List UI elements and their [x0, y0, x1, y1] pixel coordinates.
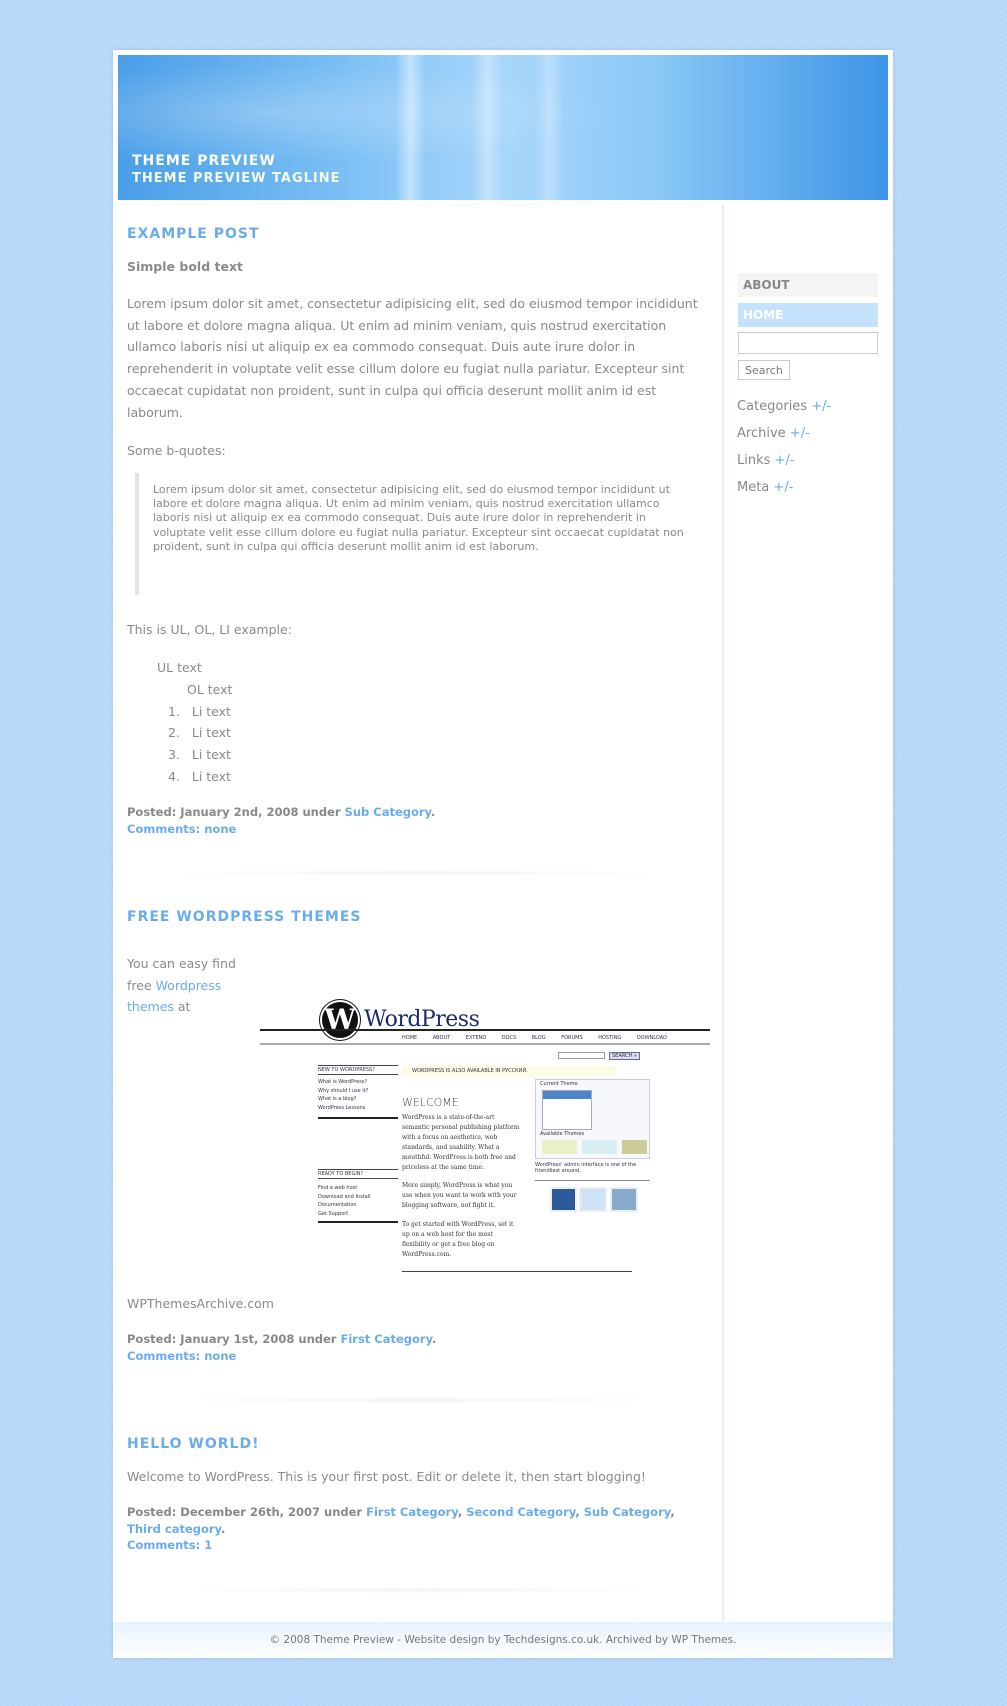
bold-text: Simple bold text — [127, 259, 243, 274]
category-link[interactable]: Sub Category — [345, 805, 431, 819]
category-link[interactable]: Sub Category — [584, 1505, 671, 1519]
category-link[interactable]: First Category — [366, 1505, 458, 1519]
post-meta: Posted: January 1st, 2008 under First Ca… — [127, 1332, 437, 1363]
post-text: Welcome to WordPress. This is your first… — [127, 1469, 646, 1484]
post-divider — [163, 870, 673, 876]
post-title[interactable]: FREE WORDPRESS THEMES — [127, 909, 362, 925]
comments-link[interactable]: Comments: 1 — [127, 1538, 212, 1552]
list-item: 2. Li text — [168, 725, 231, 740]
site-title[interactable]: THEME PREVIEW — [132, 153, 276, 169]
post-title[interactable]: EXAMPLE POST — [127, 226, 260, 242]
wp-ready-list: Find a web host Download and Install Docum… — [318, 1185, 371, 1217]
post-meta: Posted: December 26th, 2007 under First … — [127, 1505, 675, 1552]
comments-link[interactable]: Comments: none — [127, 1349, 236, 1363]
footer: © 2008 Theme Preview - Website design by… — [113, 1622, 893, 1658]
post-divider — [163, 1587, 673, 1593]
search-button[interactable]: Search — [738, 360, 790, 380]
post-title[interactable]: HELLO WORLD! — [127, 1436, 259, 1452]
widget-links[interactable]: Links +/- — [737, 453, 795, 468]
sidebar: ABOUT HOME Search Categories +/- Archive… — [724, 205, 893, 1622]
header-banner: THEME PREVIEW THEME PREVIEW TAGLINE — [118, 55, 888, 200]
ul-item: UL text — [157, 660, 202, 675]
category-link[interactable]: Third category — [127, 1522, 221, 1536]
wordpress-logo-icon: W — [320, 1000, 360, 1040]
list-item: 4. Li text — [168, 769, 231, 784]
post-paragraph: Lorem ipsum dolor sit amet, consectetur … — [127, 296, 698, 420]
category-link[interactable]: First Category — [340, 1332, 432, 1346]
post-text: You can easy find free Wordpress themes … — [127, 956, 236, 1015]
comments-link[interactable]: Comments: none — [127, 822, 236, 836]
list-item: 1. Li text — [168, 704, 231, 719]
ol-item: OL text — [187, 682, 233, 697]
wp-nav: HOME ABOUT EXTEND DOCS BLOG FORUMS HOSTI… — [402, 1035, 668, 1041]
post-meta: Posted: January 2nd, 2008 under Sub Cate… — [127, 805, 436, 836]
list-item: 3. Li text — [168, 747, 231, 762]
main-content: EXAMPLE POST Simple bold text Lorem ipsu… — [113, 205, 723, 1622]
widget-meta[interactable]: Meta +/- — [737, 480, 793, 495]
source-text: WPThemesArchive.com — [127, 1296, 274, 1311]
page-container: THEME PREVIEW THEME PREVIEW TAGLINE EXAM… — [113, 50, 893, 1658]
list-intro: This is UL, OL, LI example: — [127, 622, 292, 637]
bquote-intro: Some b-quotes: — [127, 443, 226, 458]
category-link[interactable]: Second Category — [466, 1505, 575, 1519]
page-link-about[interactable]: ABOUT — [738, 273, 878, 297]
post-divider — [163, 1397, 673, 1403]
toggle: +/- — [789, 426, 810, 441]
wordpress-screenshot-image: W WordPress HOME ABOUT EXTEND DOCS BLOG … — [260, 995, 710, 1278]
wp-new-list: What is WordPress? Why should I use it? Wh… — [318, 1079, 369, 1111]
widget-archive[interactable]: Archive +/- — [737, 426, 810, 441]
site-tagline: THEME PREVIEW TAGLINE — [132, 171, 341, 186]
page-link-home[interactable]: HOME — [738, 303, 878, 327]
blockquote: Lorem ipsum dolor sit amet, consectetur … — [135, 473, 695, 595]
search-input[interactable] — [738, 332, 878, 354]
toggle: +/- — [773, 480, 794, 495]
toggle: +/- — [811, 399, 832, 414]
widget-categories[interactable]: Categories +/- — [737, 399, 831, 414]
toggle: +/- — [774, 453, 795, 468]
